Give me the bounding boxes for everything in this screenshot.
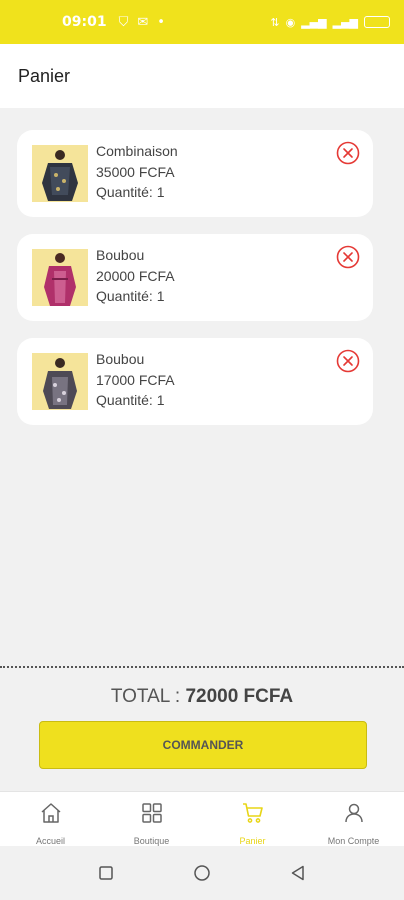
item-name: Combinaison: [96, 143, 178, 159]
product-image: [32, 249, 88, 306]
cart-item[interactable]: Boubou 17000 FCFA Quantité: 1: [17, 338, 373, 425]
page-title: Panier: [18, 65, 71, 86]
remove-item-button[interactable]: [336, 245, 360, 269]
remove-item-button[interactable]: [336, 141, 360, 165]
signal-icon: ▂▄▆: [301, 15, 327, 29]
close-circle-icon: [336, 245, 360, 269]
system-nav-bar: [0, 846, 404, 900]
item-name: Boubou: [96, 247, 145, 263]
item-price: 17000 FCFA: [96, 371, 175, 388]
battery-icon: 86: [364, 16, 390, 28]
close-circle-icon: [336, 349, 360, 373]
item-quantity: Quantité: 1: [96, 184, 165, 200]
item-price: 20000 FCFA: [96, 267, 175, 284]
cart-list: Combinaison 35000 FCFA Quantité: 1 Boubo…: [17, 130, 373, 442]
product-image: [32, 353, 88, 410]
item-info: Boubou 20000 FCFA Quantité: 1: [96, 245, 175, 307]
item-quantity: Quantité: 1: [96, 392, 165, 408]
nav-item-panier[interactable]: Panier: [202, 792, 303, 846]
nav-item-accueil[interactable]: Accueil: [0, 792, 101, 846]
divider: [0, 666, 404, 668]
item-info: Boubou 17000 FCFA Quantité: 1: [96, 349, 175, 411]
user-icon: [344, 803, 363, 823]
remove-item-button[interactable]: [336, 349, 360, 373]
item-quantity: Quantité: 1: [96, 288, 165, 304]
dot-icon: •: [157, 14, 165, 30]
status-notification-icons: ⛉ ✉ •: [119, 15, 165, 30]
home-button-icon[interactable]: [193, 864, 211, 882]
app-header: Panier: [0, 44, 404, 108]
status-system-icons: ⇅ ◉ ▂▄▆ ▂▄▆ 86: [270, 16, 390, 29]
mail-icon: ✉: [137, 14, 149, 30]
total-label: TOTAL :: [110, 686, 186, 707]
item-info: Combinaison 35000 FCFA Quantité: 1: [96, 141, 178, 203]
home-icon: [41, 803, 60, 823]
vibrate-icon: ⇅: [270, 15, 280, 29]
nav-item-boutique[interactable]: Boutique: [101, 792, 202, 846]
nav-label: Mon Compte: [327, 836, 380, 846]
cart-icon: [242, 803, 263, 823]
recent-apps-icon[interactable]: [97, 864, 115, 882]
status-time: 09:01: [62, 14, 107, 30]
hotspot-icon: ◉: [285, 15, 296, 29]
close-circle-icon: [336, 141, 360, 165]
nav-item-mon-compte[interactable]: Mon Compte: [303, 792, 404, 846]
signal-2-icon: ▂▄▆: [332, 15, 358, 29]
nav-label: Boutique: [133, 836, 170, 846]
nav-label: Panier: [239, 836, 266, 846]
cart-item[interactable]: Boubou 20000 FCFA Quantité: 1: [17, 234, 373, 321]
battery-level: 86: [377, 17, 389, 27]
total-amount: 72000 FCFA: [185, 686, 294, 707]
status-bar: 09:01 ⛉ ✉ • ⇅ ◉ ▂▄▆ ▂▄▆ 86: [0, 0, 404, 44]
cart-item[interactable]: Combinaison 35000 FCFA Quantité: 1: [17, 130, 373, 217]
bottom-nav: Accueil Boutique Panier Mon Compte: [0, 791, 404, 846]
product-image: [32, 145, 88, 202]
cart-total: TOTAL : 72000 FCFA: [0, 686, 404, 708]
shield-icon: ⛉: [118, 14, 129, 30]
nav-label: Accueil: [35, 836, 65, 846]
item-name: Boubou: [96, 351, 145, 367]
item-price: 35000 FCFA: [96, 163, 175, 180]
order-button[interactable]: COMMANDER: [39, 721, 367, 769]
back-icon[interactable]: [289, 864, 307, 882]
grid-icon: [141, 803, 162, 823]
